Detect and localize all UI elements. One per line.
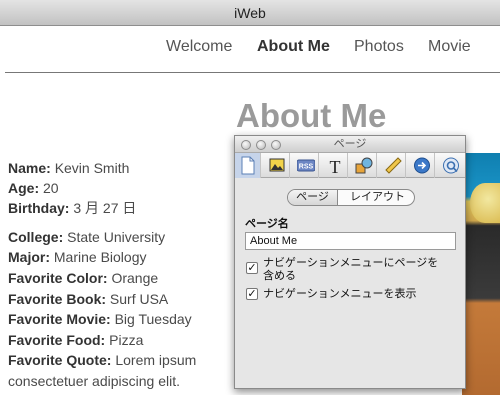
page-name-label: ページ名 (245, 218, 289, 230)
graphic-inspector-tab[interactable] (351, 153, 377, 178)
page-title[interactable]: About Me (236, 97, 386, 135)
nav-item-welcome[interactable]: Welcome (166, 38, 232, 56)
nav-divider (5, 72, 500, 73)
page-inspector-panel[interactable]: ページ RSS T ページ レイアウト ページ名 About Me ✓ ナビゲー… (234, 135, 466, 389)
major-label: Major: (8, 249, 50, 265)
tab-layout[interactable]: レイアウト (339, 190, 414, 205)
favorite-color-value: Orange (111, 270, 159, 286)
goggle-lens (470, 183, 500, 223)
window-title-bar: iWeb (0, 0, 500, 26)
favorite-quote-value: Lorem ipsum (115, 352, 197, 368)
inspector-title-bar[interactable]: ページ (235, 136, 465, 153)
college-value: State University (67, 229, 166, 245)
blog-inspector-tab[interactable]: RSS (293, 153, 319, 178)
include-in-nav-checkbox[interactable]: ✓ (246, 262, 258, 274)
birthday-value: 3 月 27 日 (73, 200, 137, 216)
favorite-movie-value: Big Tuesday (114, 311, 192, 327)
age-value: 20 (43, 180, 59, 196)
age-label: Age: (8, 180, 40, 196)
page-inspector-tab[interactable] (235, 153, 261, 178)
inspector-tab-segment: ページ レイアウト (287, 189, 415, 206)
inspector-toolbar: RSS T (235, 153, 465, 178)
favorite-book-value: Surf USA (109, 291, 169, 307)
photo-inspector-tab[interactable] (264, 153, 290, 178)
include-in-nav-label-line1: ナビゲーションメニューにページを (263, 257, 439, 269)
minimize-window-button[interactable] (256, 140, 266, 150)
document-icon (241, 156, 255, 175)
link-icon (414, 157, 430, 174)
link-inspector-tab[interactable] (409, 153, 435, 178)
include-in-nav-label: ナビゲーションメニューにページを 含める (263, 257, 438, 283)
major-value: Marine Biology (53, 249, 147, 265)
text-icon-glyph: T (330, 157, 341, 175)
inspector-title: ページ (333, 138, 367, 150)
name-label: Name: (8, 160, 51, 176)
quicktime-inspector-tab[interactable] (438, 153, 464, 178)
include-in-nav-label-line2: 含める (263, 270, 296, 282)
name-value: Kevin Smith (54, 160, 130, 176)
metrics-inspector-tab[interactable] (380, 153, 406, 178)
favorite-book-label: Favorite Book: (8, 291, 107, 307)
window-title: iWeb (234, 5, 266, 21)
favorite-quote-label: Favorite Quote: (8, 352, 112, 368)
text-inspector-tab[interactable]: T (322, 153, 348, 178)
nav-item-photos[interactable]: Photos (354, 38, 404, 56)
rss-icon-text: RSS (299, 164, 314, 171)
show-nav-menu-checkbox[interactable]: ✓ (246, 288, 258, 300)
show-nav-menu-label: ナビゲーションメニューを表示 (263, 288, 417, 300)
nav-item-about-me[interactable]: About Me (257, 38, 330, 56)
text-icon: T (330, 157, 341, 175)
favorite-quote-continuation: consectetuer adipiscing elit. (8, 373, 180, 389)
profile-photo[interactable] (462, 153, 500, 395)
zoom-window-button[interactable] (271, 140, 281, 150)
rss-icon: RSS (297, 159, 315, 172)
favorite-movie-label: Favorite Movie: (8, 311, 111, 327)
image-icon (269, 158, 285, 172)
favorite-food-value: Pizza (109, 332, 144, 348)
page-name-input[interactable] (245, 232, 456, 250)
close-window-button[interactable] (241, 140, 251, 150)
favorite-color-label: Favorite Color: (8, 270, 108, 286)
college-label: College: (8, 229, 64, 245)
birthday-label: Birthday: (8, 200, 70, 216)
tab-page[interactable]: ページ (288, 190, 338, 205)
favorite-food-label: Favorite Food: (8, 332, 106, 348)
nav-item-movie[interactable]: Movie (428, 38, 471, 56)
shapes-icon (355, 157, 373, 174)
quicktime-icon (443, 157, 459, 174)
ruler-icon (385, 157, 402, 174)
